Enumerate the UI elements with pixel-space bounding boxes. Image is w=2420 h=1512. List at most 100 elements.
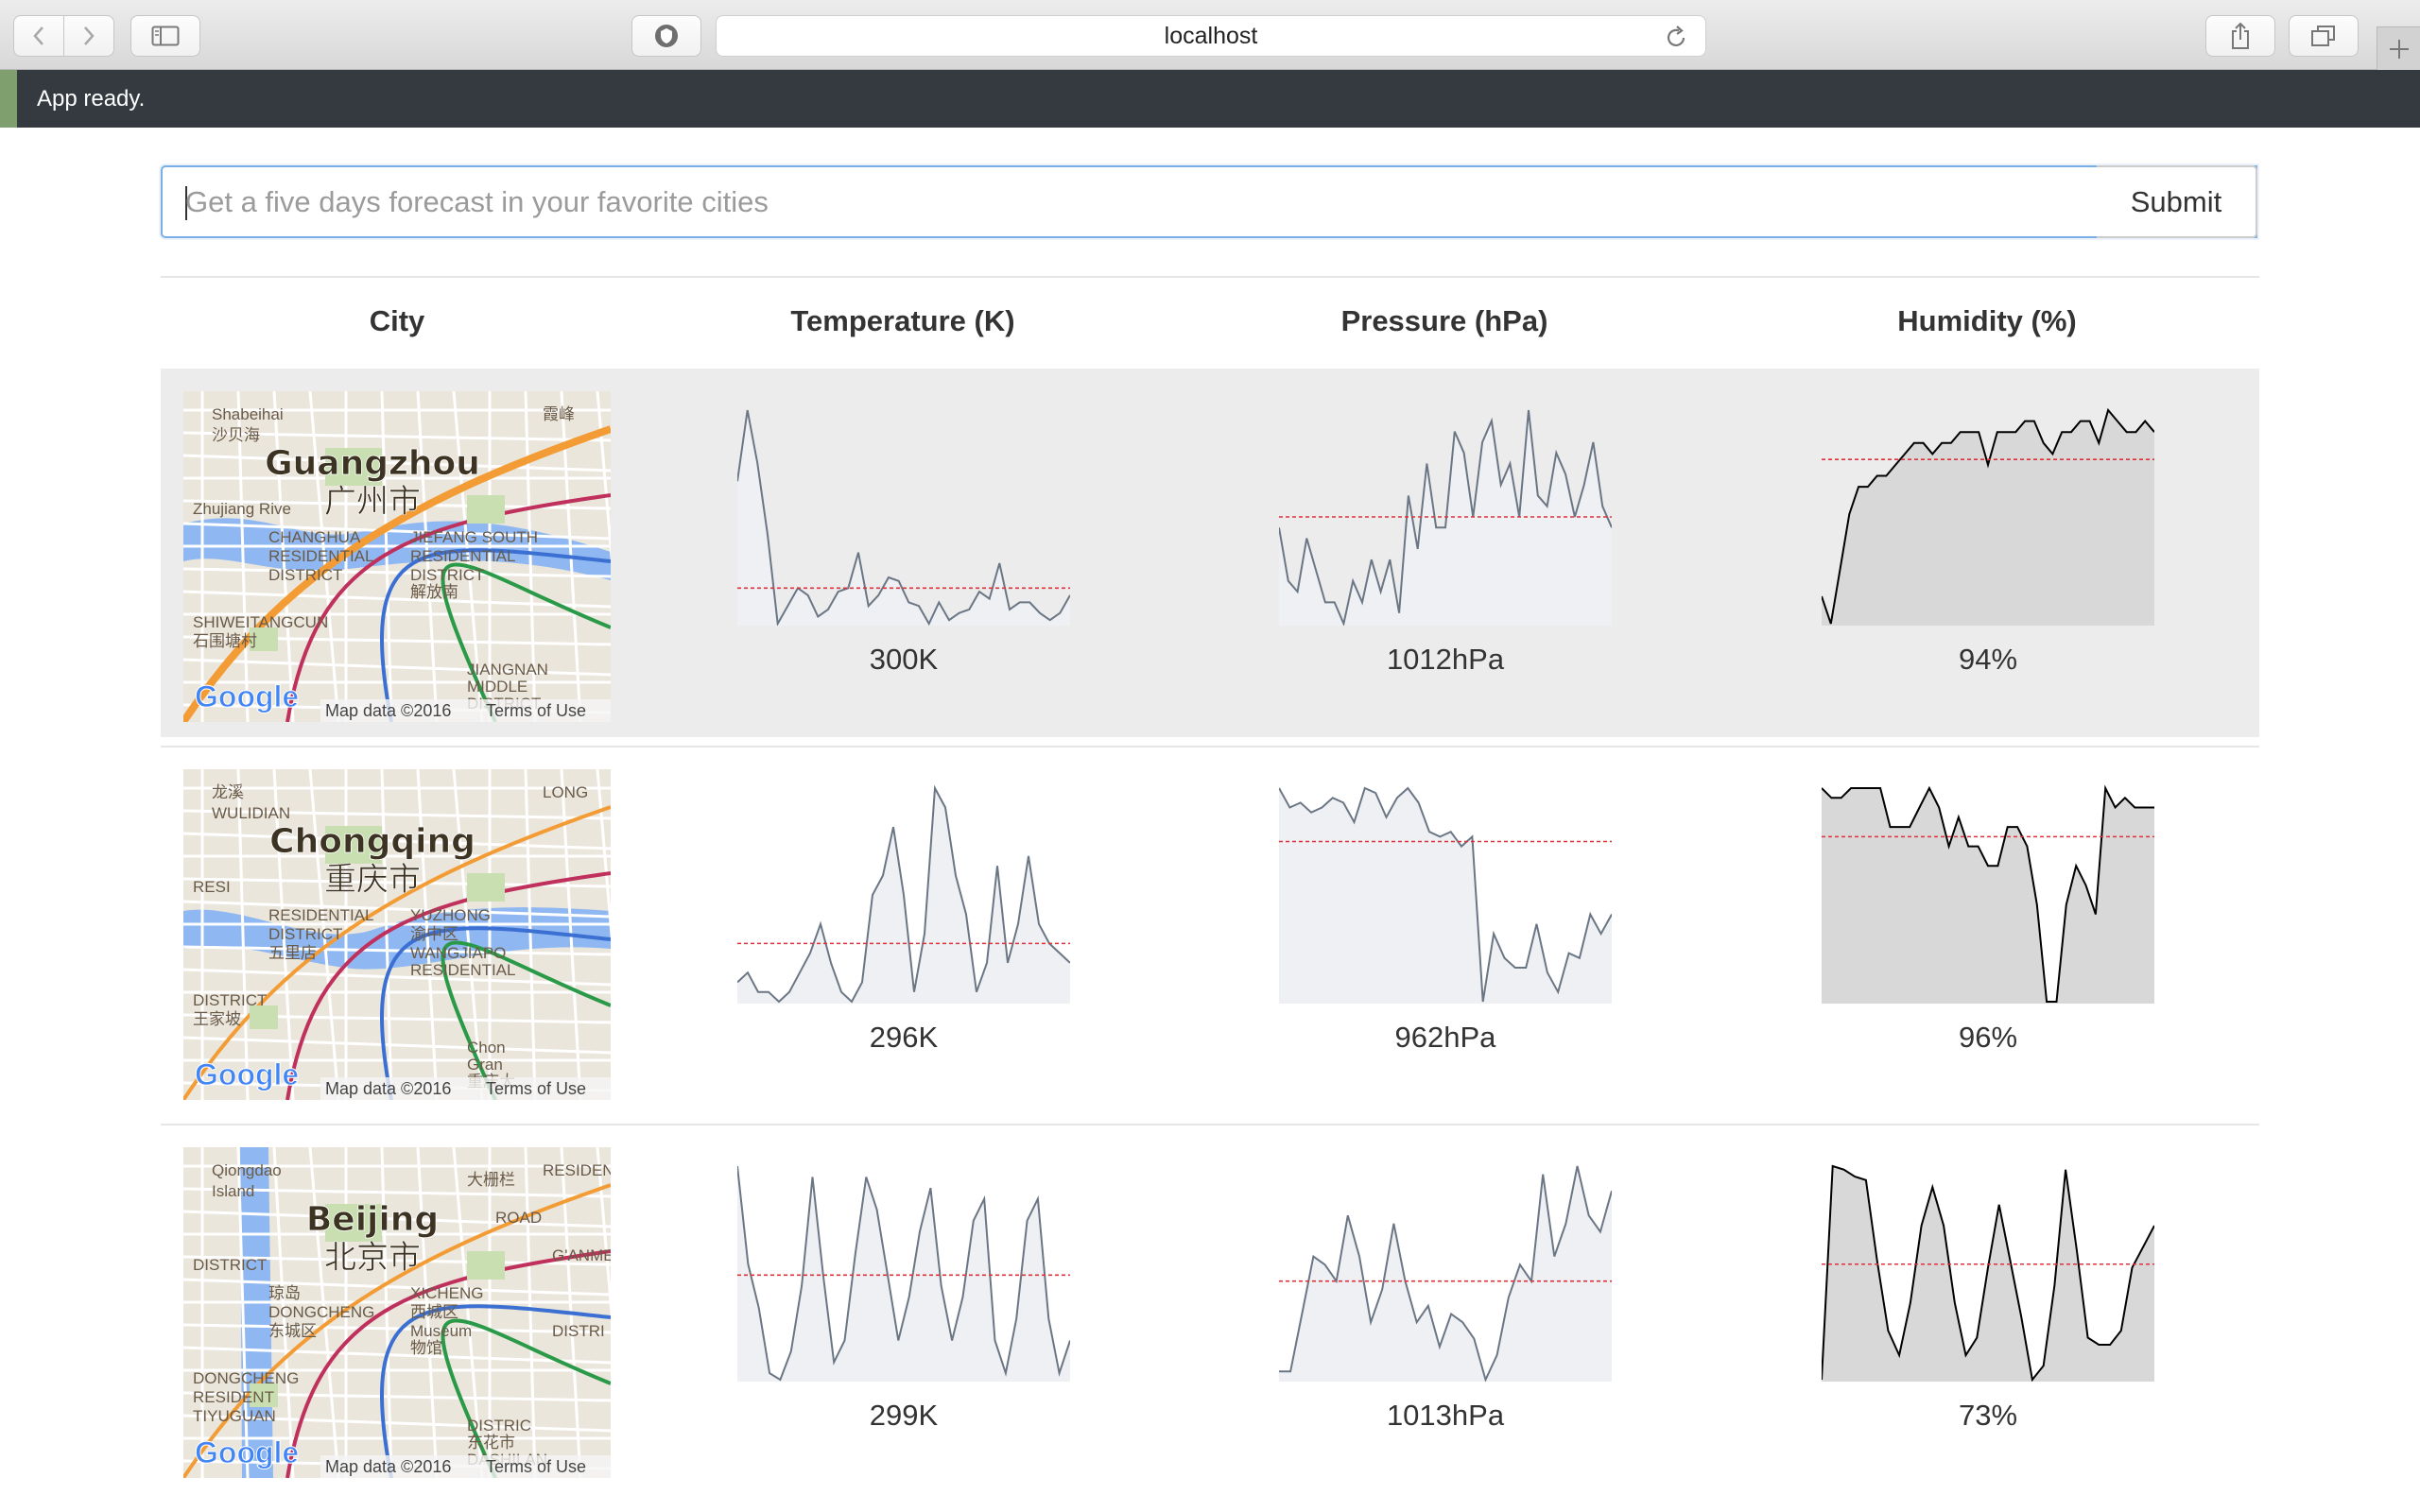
pressure-chart	[1279, 1162, 1613, 1389]
map-label: JIEFANG SOUTH	[410, 528, 538, 546]
map-label: 龙溪	[212, 783, 244, 801]
sidebar-toggle-button[interactable]	[130, 15, 200, 57]
row-divider	[161, 746, 2259, 747]
pressure-value: 1013hPa	[1386, 1399, 1505, 1432]
map-label: RESI	[193, 878, 231, 896]
header-temperature: Temperature (K)	[790, 304, 1015, 337]
temperature-chart-svg	[736, 1165, 1071, 1382]
map-label: YUZHONG	[410, 906, 491, 924]
forward-button[interactable]	[63, 15, 114, 57]
google-logo: Google	[195, 1057, 299, 1091]
map-city-name: Chongqing	[269, 822, 475, 861]
map-label: 五里店	[268, 944, 317, 962]
map-label: 石围塘村	[193, 632, 257, 650]
map-label: TIYUGUAN	[193, 1407, 276, 1425]
map-label: Shabeihai	[212, 405, 284, 423]
tabs-overview-button[interactable]	[2289, 15, 2359, 57]
reload-icon[interactable]	[1664, 24, 1688, 50]
map-label: RESIDENT	[193, 1388, 274, 1406]
search-field[interactable]	[161, 165, 2257, 238]
map-label: JIANGNAN	[467, 661, 548, 679]
map-label: Island	[212, 1182, 254, 1200]
google-logo: Google	[195, 1435, 299, 1469]
temperature-chart-line	[736, 409, 1071, 627]
map-label: 西城区	[410, 1303, 458, 1321]
status-message: App ready.	[37, 86, 146, 112]
map-attribution: Map data ©2016	[325, 1457, 451, 1476]
map-label: DISTRICT	[268, 925, 342, 943]
humidity-value: 96%	[1958, 1021, 2018, 1054]
map-attribution: Map data ©2016	[325, 701, 451, 720]
new-tab-button[interactable]	[2377, 26, 2420, 70]
map-label: WANGJIAPO	[410, 944, 506, 962]
browser-toolbar: localhost	[0, 0, 2420, 70]
map-label: 解放南	[410, 583, 458, 601]
city-map[interactable]: Shabeihai 沙贝海 CHANGHUA RESIDENTIAL DISTRICT J…	[183, 391, 611, 722]
map-label: SHIWEITANGCUN	[193, 613, 328, 631]
terms-of-use-link[interactable]: Terms of Use	[486, 1457, 586, 1476]
map-label: ROAD	[495, 1209, 542, 1227]
humidity-chart-svg	[1821, 1164, 2155, 1383]
sidebar-icon	[151, 26, 180, 46]
map-label: DISTRICT	[193, 991, 267, 1009]
map-label: G'ANMENNEI	[552, 1246, 611, 1264]
map-label: Museum	[410, 1322, 472, 1340]
pressure-chart-svg	[1278, 786, 1613, 1004]
temperature-chart-area	[737, 1166, 1070, 1382]
map-label: 物馆	[410, 1339, 442, 1357]
chevron-right-icon	[84, 26, 95, 45]
map-city-name: Beijing	[306, 1200, 439, 1239]
temperature-chart-svg	[736, 784, 1071, 1004]
map-svg: Shabeihai 沙贝海 CHANGHUARESIDENTIALDISTRICT J…	[183, 391, 611, 722]
pressure-value: 1012hPa	[1386, 643, 1505, 676]
map-label: MIDDLE	[467, 678, 527, 696]
back-button[interactable]	[13, 15, 64, 57]
city-map[interactable]: 龙溪 WULIDIAN RESIDENTIAL DISTRICT 五里店 YUZHONG 渝…	[183, 769, 611, 1100]
humidity-chart-svg	[1821, 407, 2155, 626]
table-top-divider	[161, 276, 2259, 278]
terms-of-use-link[interactable]: Terms of Use	[486, 1079, 586, 1098]
map-label: DONGCHENG	[268, 1303, 374, 1321]
map-label: 沙贝海	[212, 426, 260, 444]
city-row: 龙溪 WULIDIAN RESIDENTIAL DISTRICT 五里店 YUZHONG 渝…	[161, 747, 2259, 1115]
url-text: localhost	[1164, 22, 1258, 49]
map-label: Zhujiang Rive	[193, 500, 291, 518]
address-bar[interactable]: localhost	[716, 15, 1706, 57]
status-indicator	[0, 70, 17, 128]
search-input[interactable]	[185, 167, 2218, 236]
google-logo: Google	[195, 679, 299, 713]
submit-button[interactable]: Submit	[2097, 165, 2257, 238]
map-label: RESIDENTIAL	[268, 547, 373, 565]
row-divider	[161, 1124, 2259, 1125]
pressure-chart	[1278, 406, 1613, 633]
map-city-name: Guangzhou	[265, 444, 480, 483]
terms-of-use-link[interactable]: Terms of Use	[486, 701, 586, 720]
privacy-button[interactable]	[631, 15, 701, 57]
map-city-name-cn: 广州市	[324, 483, 421, 521]
map-label: 东花市	[467, 1434, 515, 1452]
map-label: 琼岛	[268, 1284, 301, 1302]
humidity-chart-area	[1822, 788, 2154, 1004]
map-label: DISTRICT	[193, 1256, 267, 1274]
pressure-value: 962hPa	[1394, 1021, 1496, 1054]
plus-icon	[2389, 39, 2409, 59]
map-label: RESIDENTIAL	[268, 906, 373, 924]
map-label: RESIDENTIAL	[543, 1161, 611, 1179]
chevron-left-icon	[33, 26, 43, 45]
temperature-chart-svg	[736, 409, 1071, 627]
city-map[interactable]: Qiongdao Island 琼岛 DONGCHENG 东城区 XICHENG 西城区 Mu…	[183, 1147, 611, 1478]
pressure-chart	[1278, 784, 1613, 1011]
map-attribution: Map data ©2016	[325, 1079, 451, 1098]
share-icon	[2232, 22, 2249, 49]
share-button[interactable]	[2205, 15, 2275, 57]
temperature-value: 296K	[869, 1021, 939, 1054]
status-bar: App ready.	[0, 70, 2420, 128]
temperature-value: 300K	[869, 643, 939, 676]
humidity-chart	[1821, 784, 2154, 1011]
map-label: CHANGHUA	[268, 528, 361, 546]
map-label: 王家坡	[193, 1010, 241, 1028]
map-label: DISTRICT	[268, 566, 342, 584]
map-label: 东城区	[268, 1322, 317, 1340]
map-label: DONGCHENG	[193, 1369, 299, 1387]
shield-icon	[655, 25, 678, 47]
